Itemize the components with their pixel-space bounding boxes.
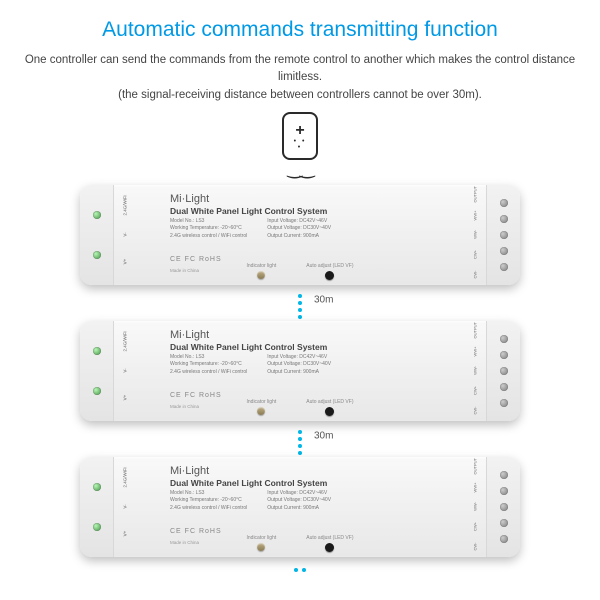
signal-gap: 30m xyxy=(0,285,600,315)
right-terminal-block xyxy=(486,321,520,421)
terminal-screw-icon xyxy=(93,387,101,395)
product-name: Dual White Panel Light Control System xyxy=(170,478,456,488)
signal-gap: 30m xyxy=(0,421,600,451)
cert-marks: CE FC RoHS xyxy=(170,528,222,535)
specs-left: Model No.: LS3 Working Temperature: -20~… xyxy=(170,490,247,513)
indicator-light: Indicator light xyxy=(247,535,277,551)
terminal-screw-icon xyxy=(500,367,508,375)
terminal-screw-icon xyxy=(500,519,508,527)
distance-label: 30m xyxy=(314,294,333,305)
terminal-screw-icon xyxy=(500,335,508,343)
distance-label: 30m xyxy=(314,430,333,441)
left-terminal-block xyxy=(80,185,114,285)
terminal-screw-icon xyxy=(93,523,101,531)
terminal-screw-icon xyxy=(500,215,508,223)
controller-faceplate: Mi·Light Dual White Panel Light Control … xyxy=(114,457,486,557)
terminal-screw-icon xyxy=(500,383,508,391)
terminal-screw-icon xyxy=(500,351,508,359)
signal-dots-trailing-icon xyxy=(0,557,600,579)
product-name: Dual White Panel Light Control System xyxy=(170,206,456,216)
specs-right: Input Voltage: DC42V~46V Output Voltage:… xyxy=(267,354,331,377)
right-port-labels: OUTPUT WW+ WW- CW+ CW- xyxy=(468,465,482,549)
cert-marks: CE FC RoHS xyxy=(170,256,222,263)
button-icon xyxy=(325,271,334,280)
button-icon xyxy=(325,407,334,416)
specs-left: Model No.: LS3 Working Temperature: -20~… xyxy=(170,354,247,377)
description: One controller can send the commands fro… xyxy=(0,42,600,104)
indicator-light: Indicator light xyxy=(247,399,277,415)
diagram: + • •• ‿‿ 2.4G/WiFi V- V+ Mi·Light Dual … xyxy=(0,104,600,579)
terminal-screw-icon xyxy=(500,263,508,271)
terminal-screw-icon xyxy=(500,247,508,255)
terminal-screw-icon xyxy=(500,199,508,207)
right-port-labels: OUTPUT WW+ WW- CW+ CW- xyxy=(468,193,482,277)
right-terminal-block xyxy=(486,457,520,557)
brand-label: Mi·Light xyxy=(170,329,456,341)
controller-unit: 2.4G/WiFi V- V+ Mi·Light Dual White Pane… xyxy=(80,185,520,285)
remote-icon: + • •• xyxy=(282,112,318,160)
led-icon xyxy=(257,271,265,279)
terminal-screw-icon xyxy=(500,487,508,495)
controller-unit: 2.4G/WiFi V- V+ Mi·Light Dual White Pane… xyxy=(80,321,520,421)
remote-dots-icon: • •• xyxy=(284,139,316,151)
specs-right: Input Voltage: DC42V~46V Output Voltage:… xyxy=(267,490,331,513)
signal-waves-icon: ‿‿ xyxy=(0,158,600,179)
controller-faceplate: Mi·Light Dual White Panel Light Control … xyxy=(114,321,486,421)
terminal-screw-icon xyxy=(93,251,101,259)
controller-unit: 2.4G/WiFi V- V+ Mi·Light Dual White Pane… xyxy=(80,457,520,557)
product-name: Dual White Panel Light Control System xyxy=(170,342,456,352)
terminal-screw-icon xyxy=(500,503,508,511)
terminal-screw-icon xyxy=(500,399,508,407)
terminal-screw-icon xyxy=(93,211,101,219)
desc-line1: One controller can send the commands fro… xyxy=(25,54,575,83)
led-icon xyxy=(257,407,265,415)
left-terminal-block xyxy=(80,457,114,557)
indicator-light: Indicator light xyxy=(247,263,277,279)
auto-adjust-button: Auto adjust (LED VF) xyxy=(306,399,353,416)
terminal-screw-icon xyxy=(93,483,101,491)
terminal-screw-icon xyxy=(500,471,508,479)
signal-dots-icon xyxy=(298,427,302,455)
right-port-labels: OUTPUT WW+ WW- CW+ CW- xyxy=(468,329,482,413)
auto-adjust-button: Auto adjust (LED VF) xyxy=(306,263,353,280)
desc-line2: (the signal-receiving distance between c… xyxy=(118,89,482,101)
led-icon xyxy=(257,543,265,551)
right-terminal-block xyxy=(486,185,520,285)
button-icon xyxy=(325,543,334,552)
specs-left: Model No.: LS3 Working Temperature: -20~… xyxy=(170,218,247,241)
cert-marks: CE FC RoHS xyxy=(170,392,222,399)
auto-adjust-button: Auto adjust (LED VF) xyxy=(306,535,353,552)
brand-label: Mi·Light xyxy=(170,193,456,205)
controller-faceplate: Mi·Light Dual White Panel Light Control … xyxy=(114,185,486,285)
specs-right: Input Voltage: DC42V~46V Output Voltage:… xyxy=(267,218,331,241)
terminal-screw-icon xyxy=(500,231,508,239)
terminal-screw-icon xyxy=(93,347,101,355)
terminal-screw-icon xyxy=(500,535,508,543)
brand-label: Mi·Light xyxy=(170,465,456,477)
left-terminal-block xyxy=(80,321,114,421)
page-title: Automatic commands transmitting function xyxy=(0,0,600,42)
signal-dots-icon xyxy=(298,291,302,319)
